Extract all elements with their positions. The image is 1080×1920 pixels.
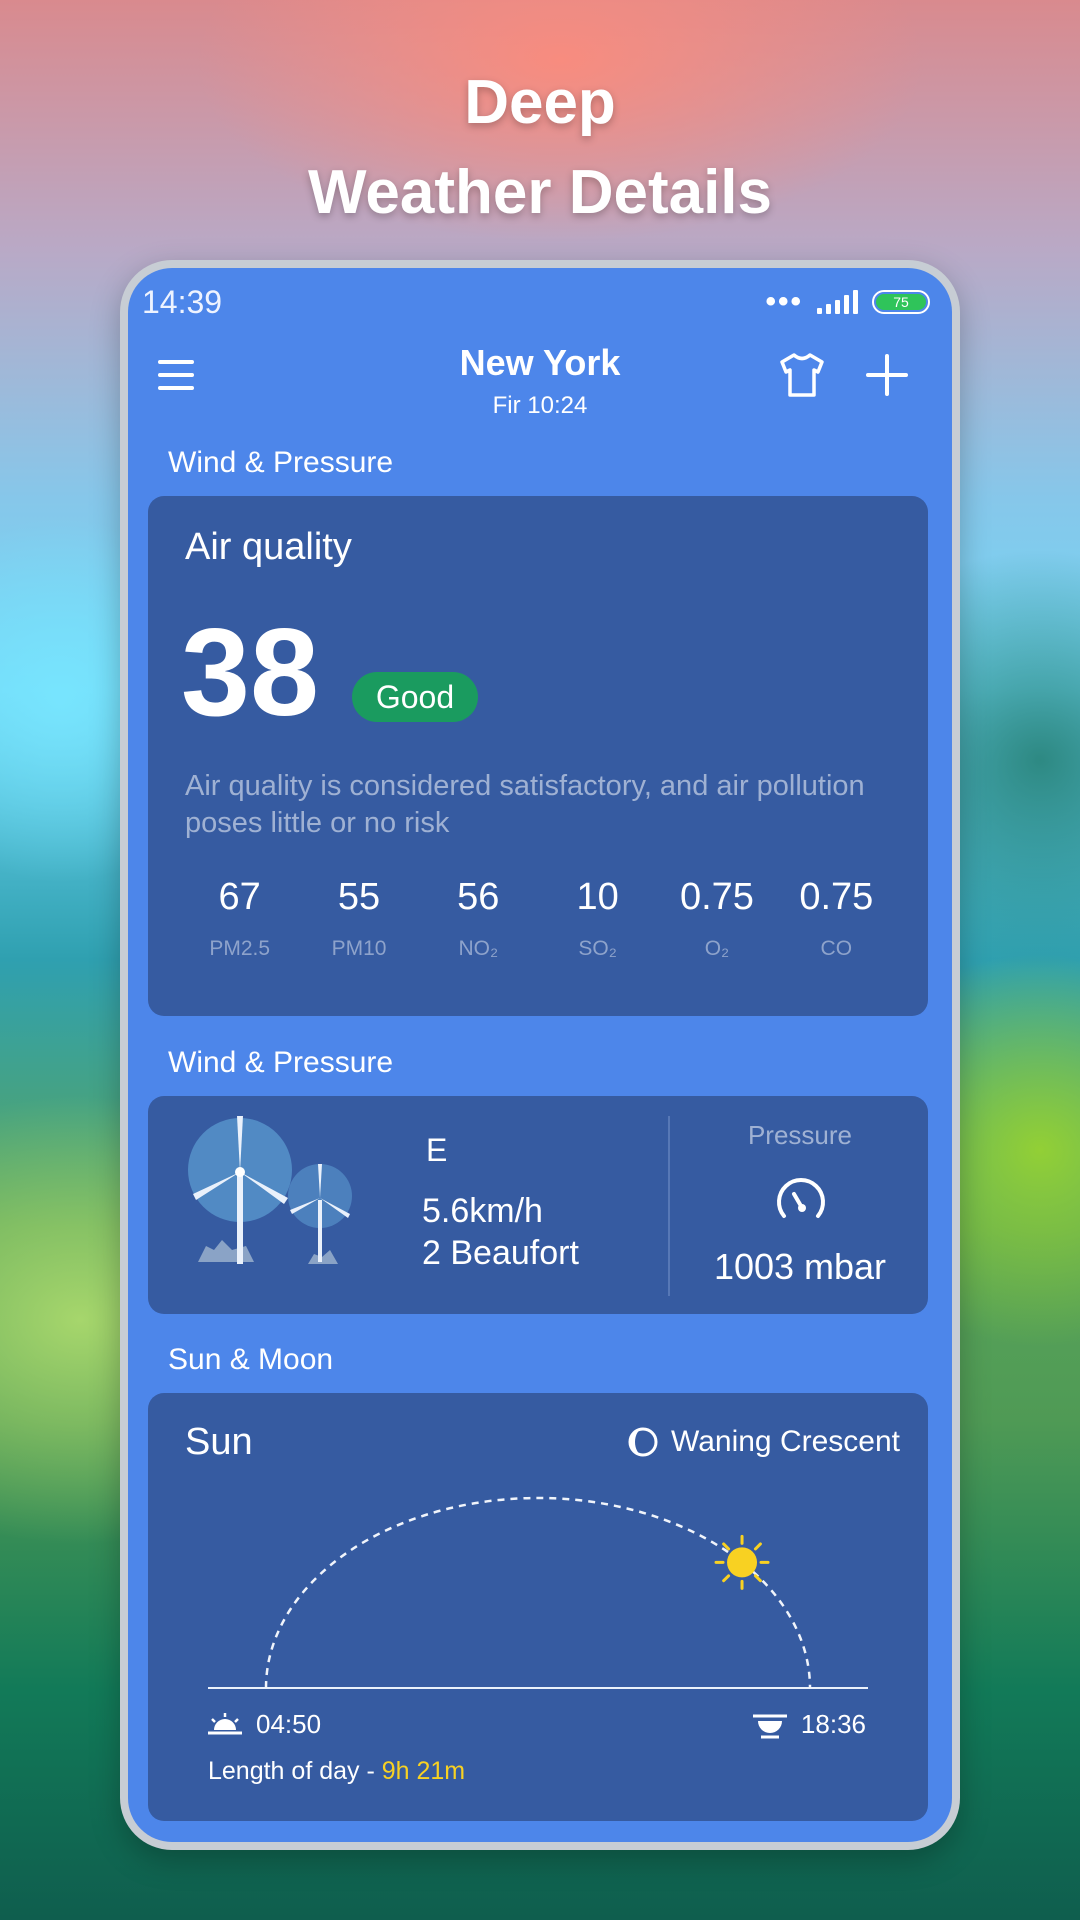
air-quality-title: Air quality [185,526,352,568]
day-length: Length of day - 9h 21m [208,1757,465,1786]
pollutant-so2: 10 SO₂ [538,876,657,961]
sun-arc [264,1496,812,1689]
section-title-sun: Sun & Moon [168,1343,334,1376]
sunset-icon [752,1714,787,1738]
day-length-value: 9h 21m [381,1757,466,1785]
sunrise-icon [208,1712,242,1734]
city-name[interactable]: New York [128,342,952,384]
sunrise-time: 04:50 [256,1709,322,1739]
sunrise-info: 04:50 [206,1709,321,1740]
aqi-value: 38 [181,604,319,742]
pollutant-value: 10 [576,876,619,918]
more-dots-icon: ••• [765,285,803,318]
pollutant-value: 56 [457,876,500,918]
local-datetime: Fir 10:24 [492,392,588,419]
shirt-icon[interactable] [778,352,826,398]
day-length-label: Length of day - [208,1757,375,1785]
wind-direction: E [426,1132,448,1168]
section-title-wind: Wind & Pressure [168,1046,394,1079]
plus-icon[interactable] [866,354,908,396]
wind-speed: 5.6km/h [422,1192,543,1230]
pollutant-label: NO₂ [458,937,499,960]
phone-frame: 14:39 ••• 75 New York Fir 10:24 Wind & P… [120,260,960,1850]
pollutant-pm10: 55 PM10 [299,876,418,961]
sun-position-marker [727,1547,758,1578]
aqi-status-badge: Good [352,672,478,722]
pollutant-label: PM2.5 [209,937,271,960]
sun-ray [753,1574,762,1583]
wind-pressure-card[interactable]: E 5.6km/h 2 Beaufort Pressure 1003 mbar [148,1096,928,1314]
promo-line-2: Weather Details [307,158,773,227]
pollutant-value: 55 [337,876,381,918]
pollutant-value: 0.75 [799,876,874,918]
sunset-time: 18:36 [800,1709,866,1739]
sun-ray [722,1574,731,1583]
promo-line-1: Deep [464,68,616,137]
promo-headline: Deep Weather Details [0,58,1080,238]
pressure-label: Pressure [747,1120,853,1150]
battery-icon: 75 [872,290,930,314]
pollutant-grid: 67 PM2.5 55 PM10 56 NO₂ 10 SO₂ 0.75 O₂ 0… [180,876,896,961]
card-divider [668,1116,670,1296]
top-bar: New York Fir 10:24 [128,330,952,430]
air-quality-card[interactable]: Air quality 38 Good Air quality is consi… [148,496,928,1016]
sun-icon [714,1534,770,1590]
app-screen: 14:39 ••• 75 New York Fir 10:24 Wind & P… [128,268,952,1842]
pollutant-label: CO [820,937,853,960]
wind-beaufort: 2 Beaufort [422,1234,579,1272]
battery-level: 75 [876,294,926,310]
pollutant-label: O₂ [704,937,730,960]
pollutant-label: PM10 [331,937,387,960]
sun-moon-card[interactable]: Sun Waning Crescent 04:50 18:36 Length o… [148,1393,928,1821]
section-title-air: Wind & Pressure [168,446,394,479]
signal-icon [817,290,858,314]
aqi-description: Air quality is considered satisfactory, … [185,770,865,839]
status-time: 14:39 [142,284,223,320]
pollutant-no2: 56 NO₂ [419,876,538,961]
pollutant-value: 67 [218,876,261,918]
pressure-value: 1003 mbar [713,1246,887,1287]
status-icons: ••• 75 [765,285,930,318]
gauge-icon [777,1178,825,1218]
sunset-info: 18:36 [751,1709,866,1740]
sun-ray [753,1542,762,1551]
pollutant-o2: 0.75 O₂ [657,876,776,961]
pollutant-pm25: 67 PM2.5 [180,876,299,961]
pollutant-label: SO₂ [578,937,617,960]
pollutant-co: 0.75 CO [777,876,896,961]
wind-turbine-icon [188,1116,352,1264]
pollutant-value: 0.75 [679,876,754,918]
